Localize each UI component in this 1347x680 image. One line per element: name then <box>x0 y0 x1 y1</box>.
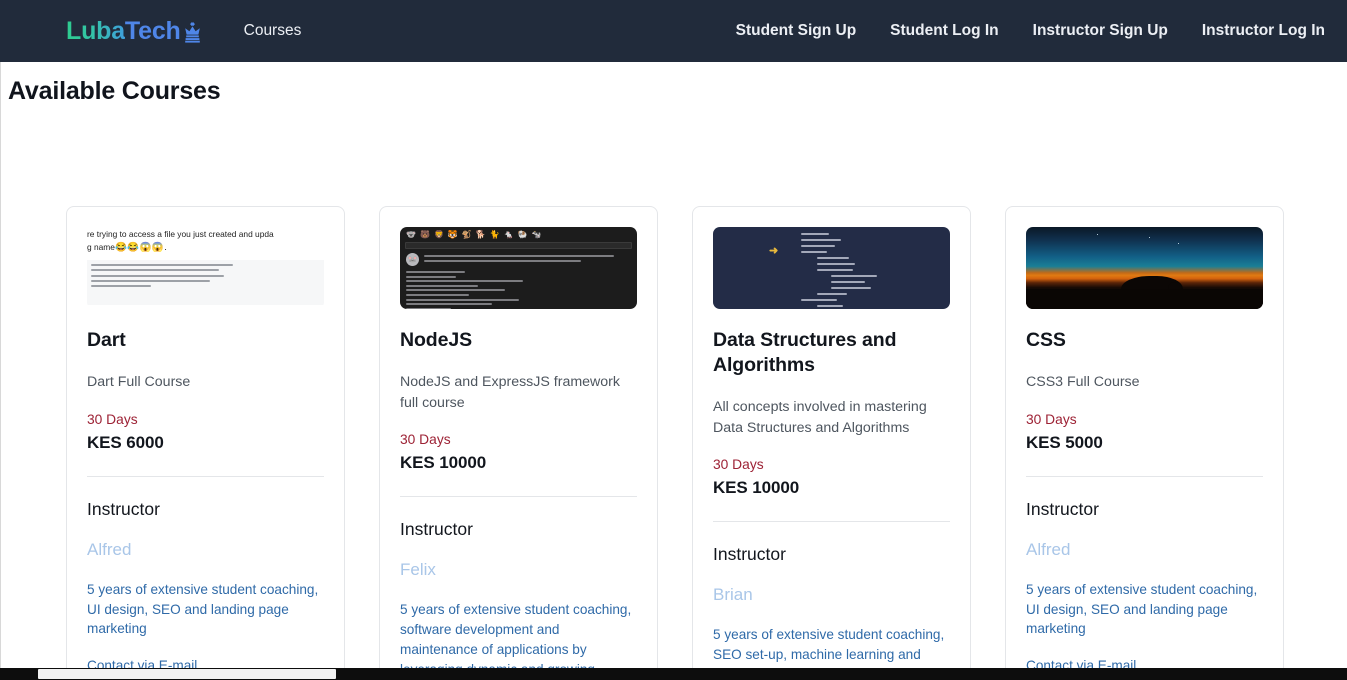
thumbnail-text-line-1: re trying to access a file you just crea… <box>87 229 274 239</box>
data-structures-course-thumbnail: ➜ <box>713 227 950 309</box>
thumbnail-emoji: 😂😂😱😱. <box>114 242 168 253</box>
course-title: Dart <box>87 329 126 351</box>
nav-link-student-log-in[interactable]: Student Log In <box>890 22 998 40</box>
foreground-ground <box>1026 289 1263 309</box>
page-title: Available Courses <box>8 77 221 105</box>
css-course-thumbnail <box>1026 227 1263 309</box>
course-price: KES 6000 <box>87 432 164 452</box>
thumbnail-icon-row: 🐨 🐻 🦁 🐯 🐒 🐕 🐈 🐁 🐏 🐄 <box>406 230 542 239</box>
thumbnail-body: 🐭 <box>400 253 637 309</box>
mountain-peak-small <box>1168 282 1183 290</box>
course-duration: 30 Days <box>400 432 451 448</box>
horizontal-scrollbar[interactable] <box>0 668 1347 680</box>
instructor-bio: 5 years of extensive student coaching, U… <box>1026 581 1258 637</box>
chess-king-crown-icon <box>183 22 202 43</box>
card-divider <box>87 475 324 477</box>
thumbnail-avatar-icon: 🐭 <box>406 253 419 266</box>
nodejs-course-thumbnail: 🐨 🐻 🦁 🐯 🐒 🐕 🐈 🐁 🐏 🐄 🐭 <box>400 227 637 309</box>
thumbnail-file-tree: ➜ <box>713 227 950 309</box>
course-title: NodeJS <box>400 329 473 351</box>
instructor-bio: 5 years of extensive student coaching, U… <box>87 581 319 637</box>
instructor-name[interactable]: Alfred <box>87 540 324 560</box>
course-title: Data Structures and Algorithms <box>713 329 897 376</box>
nav-links-group: Student Sign Up Student Log In Instructo… <box>736 22 1325 40</box>
card-divider <box>1026 475 1263 477</box>
course-description: Dart Full Course <box>87 373 191 390</box>
courses-grid: re trying to access a file you just crea… <box>0 206 1347 680</box>
thumbnail-text-line-2: g name😂😂😱😱. <box>87 242 168 253</box>
course-card[interactable]: ➜ Data Structures and Algorithms All con… <box>692 206 971 680</box>
course-description: CSS3 Full Course <box>1026 373 1140 390</box>
course-duration: 30 Days <box>713 457 764 473</box>
nav-link-courses[interactable]: Courses <box>244 22 302 40</box>
nav-link-instructor-log-in[interactable]: Instructor Log In <box>1202 22 1325 40</box>
nav-link-student-sign-up[interactable]: Student Sign Up <box>736 22 857 40</box>
instructor-heading: Instructor <box>87 498 160 519</box>
instructor-heading: Instructor <box>400 519 473 540</box>
horizontal-scrollbar-thumb[interactable] <box>38 669 336 679</box>
course-price: KES 10000 <box>713 478 800 498</box>
card-divider <box>400 496 637 498</box>
instructor-name[interactable]: Alfred <box>1026 540 1263 560</box>
brand-name-primary: Luba <box>66 16 125 45</box>
thumbnail-url-bar <box>405 242 632 249</box>
top-navigation-bar: Luba Tech Courses Student Sign Up Student… <box>0 0 1347 62</box>
courses-scroll-region[interactable]: re trying to access a file you just crea… <box>0 206 1347 680</box>
instructor-heading: Instructor <box>713 544 786 565</box>
course-card[interactable]: CSS CSS3 Full Course 30 Days KES 5000 In… <box>1005 206 1284 680</box>
nav-link-instructor-sign-up[interactable]: Instructor Sign Up <box>1033 22 1168 40</box>
page-left-edge <box>0 0 1 680</box>
course-duration: 30 Days <box>87 411 138 427</box>
instructor-name[interactable]: Felix <box>400 560 637 580</box>
course-description: All concepts involved in mastering Data … <box>713 398 927 436</box>
course-duration: 30 Days <box>1026 411 1077 427</box>
thumbnail-code-block <box>87 260 324 305</box>
card-divider <box>713 521 950 523</box>
brand-logo[interactable]: Luba Tech <box>66 17 202 46</box>
course-description: NodeJS and ExpressJS framework full cour… <box>400 373 620 411</box>
dart-course-thumbnail: re trying to access a file you just crea… <box>87 227 324 309</box>
course-card[interactable]: 🐨 🐻 🦁 🐯 🐒 🐕 🐈 🐁 🐏 🐄 🐭 NodeJS NodeJS and ExpressJS… <box>379 206 658 680</box>
yellow-arrow-icon: ➜ <box>769 245 779 257</box>
instructor-name[interactable]: Brian <box>713 585 950 605</box>
course-price: KES 5000 <box>1026 432 1103 452</box>
instructor-heading: Instructor <box>1026 498 1099 519</box>
brand-name-secondary: Tech <box>124 16 181 45</box>
course-card[interactable]: re trying to access a file you just crea… <box>66 206 345 680</box>
course-price: KES 10000 <box>400 453 487 473</box>
course-title: CSS <box>1026 329 1066 351</box>
